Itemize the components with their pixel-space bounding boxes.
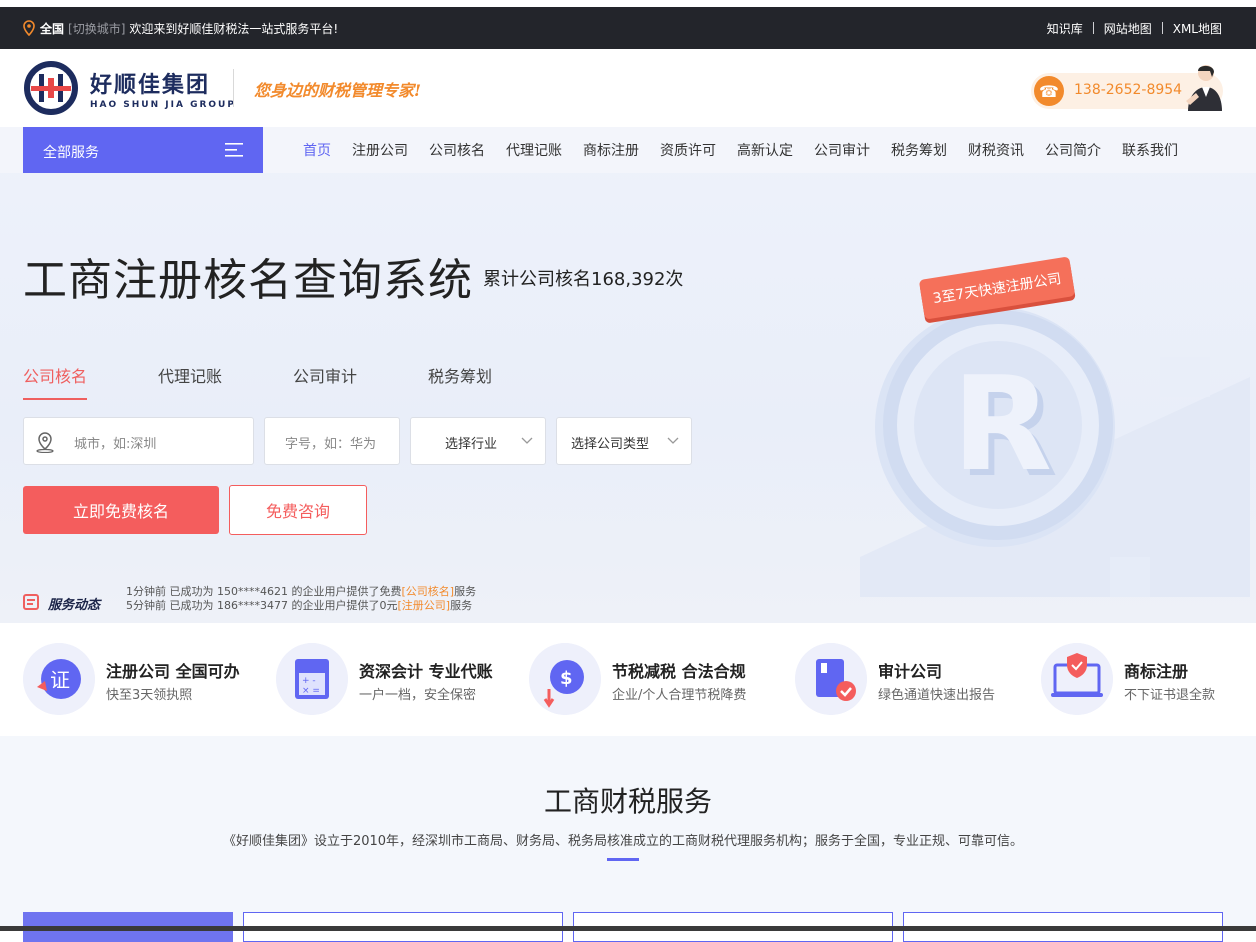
nav-item-tax-planning[interactable]: 税务筹划 — [891, 140, 947, 160]
news-item: 1分钟前 已成功为 150****4621 的企业用户提供了免费[公司核名]服务 — [126, 585, 477, 598]
brand-name-placeholder: 字号，如：华为 — [285, 437, 377, 452]
top-bar: 全国 [切换城市] 欢迎来到好顺佳财税法一站式服务平台! 知识库 网站地图 XM… — [0, 7, 1256, 49]
top-links: 知识库 网站地图 XML地图 — [1047, 7, 1222, 49]
company-type-value: 选择公司类型 — [571, 437, 650, 452]
svg-text:+ -: + - — [302, 676, 316, 686]
svg-text:证: 证 — [50, 668, 70, 692]
dollar-coin-icon: $ — [529, 643, 601, 715]
svg-text:$: $ — [560, 668, 573, 689]
section-description: 《好顺佳集团》设立于2010年，经深圳市工商局、财务局、税务局核准成立的工商财税… — [222, 834, 1024, 849]
registered-trademark-illustration: R R — [860, 307, 1250, 597]
service-tabs: 公司核名 代理记账 公司审计 税务筹划 — [23, 363, 563, 397]
free-name-check-button[interactable]: 立即免费核名 — [23, 486, 219, 534]
site-header: 好顺佳集团 HAO SHUN JIA GROUP 您身边的财税管理专家! ☎ 1… — [0, 49, 1256, 127]
brand-chinese: 好顺佳集团 — [90, 73, 211, 98]
chevron-down-icon — [521, 437, 533, 444]
company-type-select[interactable]: 选择公司类型 — [556, 417, 692, 465]
news-ticker: 1分钟前 已成功为 150****4621 的企业用户提供了免费[公司核名]服务… — [126, 585, 506, 615]
nav-item-name-check[interactable]: 公司核名 — [429, 140, 485, 160]
brand-english: HAO SHUN JIA GROUP — [90, 100, 236, 110]
divider — [233, 69, 234, 107]
section-title: 工商财税服务 — [543, 785, 712, 818]
city-input[interactable]: 城市，如:深圳 — [23, 417, 254, 465]
location-icon — [36, 432, 54, 453]
divider — [1161, 22, 1163, 34]
nav-item-home[interactable]: 首页 — [303, 140, 331, 160]
free-consult-button[interactable]: 免费咨询 — [229, 485, 367, 535]
calculator-icon: + -× = — [276, 643, 348, 715]
phone-icon: ☎ — [1034, 76, 1064, 106]
nav-item-trademark[interactable]: 商标注册 — [583, 140, 639, 160]
feature-register[interactable]: 证 注册公司 全国可办 快至3天领执照 — [23, 643, 263, 717]
welcome-text: 欢迎来到好顺佳财税法一站式服务平台! — [129, 21, 339, 36]
tab-audit[interactable]: 公司审计 — [293, 363, 428, 397]
audit-book-icon — [795, 643, 867, 715]
main-nav-bar: 全部服务 首页 注册公司 公司核名 代理记账 商标注册 资质许可 高新认定 公司… — [0, 127, 1256, 173]
chevron-down-icon — [667, 437, 679, 444]
tab-bookkeeping[interactable]: 代理记账 — [158, 363, 293, 397]
feature-accounting[interactable]: + - × = 资深会计 专业代账 一户一档，安全保密 — [276, 643, 516, 717]
xml-sitemap-link[interactable]: XML地图 — [1173, 20, 1222, 37]
knowledge-base-link[interactable]: 知识库 — [1047, 20, 1083, 37]
nav-menu: 首页 注册公司 公司核名 代理记账 商标注册 资质许可 高新认定 公司审计 税务… — [303, 127, 1199, 173]
all-services-label: 全部服务 — [43, 145, 99, 161]
feature-strip: 证 注册公司 全国可办 快至3天领执照 + - × = 资深会计 专业代账 一户一… — [0, 623, 1256, 736]
shield-monitor-icon — [1041, 643, 1113, 715]
current-city: 全国 — [40, 21, 65, 36]
city-placeholder: 城市，如:深圳 — [74, 437, 157, 452]
nav-item-contact[interactable]: 联系我们 — [1122, 140, 1178, 160]
news-item: 5分钟前 已成功为 186****3477 的企业用户提供了0元[注册公司]服务 — [126, 599, 473, 612]
hotline-number: 138-2652-8954 — [1074, 82, 1183, 98]
industry-select-value: 选择行业 — [445, 437, 498, 452]
slogan: 您身边的财税管理专家! — [254, 81, 422, 100]
nav-item-high-tech[interactable]: 高新认定 — [737, 140, 793, 160]
brand-name: 好顺佳集团 HAO SHUN JIA GROUP — [90, 67, 236, 110]
tab-tax-planning[interactable]: 税务筹划 — [428, 363, 563, 397]
location-pin-icon — [23, 20, 35, 36]
window-top-edge — [0, 0, 1256, 7]
nav-item-news[interactable]: 财税资讯 — [968, 140, 1024, 160]
switch-city-link[interactable]: [切换城市] — [68, 20, 125, 37]
name-check-count: 累计公司核名168,392次 — [483, 269, 684, 290]
divider — [1092, 22, 1094, 34]
feature-trademark[interactable]: 商标注册 不下证书退全款 — [1041, 643, 1241, 717]
title-underline — [607, 858, 639, 861]
news-label: 服务动态 — [48, 598, 101, 613]
brand-name-input[interactable]: 字号，如：华为 — [264, 417, 400, 465]
feature-tax[interactable]: $ 节税减税 合法合规 企业/个人合理节税降费 — [529, 643, 779, 717]
hero-section: 全部服务 首页 注册公司 公司核名 代理记账 商标注册 资质许可 高新认定 公司… — [0, 127, 1256, 623]
hero-title: 工商注册核名查询系统 — [23, 255, 473, 306]
all-services-button[interactable]: 全部服务 — [23, 127, 263, 173]
nav-item-register-company[interactable]: 注册公司 — [352, 140, 408, 160]
company-logo[interactable] — [23, 60, 79, 116]
nav-item-audit[interactable]: 公司审计 — [814, 140, 870, 160]
sitemap-link[interactable]: 网站地图 — [1104, 20, 1152, 37]
location-area: 全国 [切换城市] 欢迎来到好顺佳财税法一站式服务平台! — [22, 7, 338, 49]
feature-audit[interactable]: 审计公司 绿色通道快速出报告 — [795, 643, 1025, 717]
industry-select[interactable]: 选择行业 — [410, 417, 546, 465]
svg-text:R: R — [952, 348, 1052, 500]
menu-icon — [225, 143, 243, 157]
nav-item-about[interactable]: 公司简介 — [1045, 140, 1101, 160]
services-section: 工商财税服务 《好顺佳集团》设立于2010年，经深圳市工商局、财务局、税务局核准… — [0, 736, 1256, 942]
customer-service-agent-image — [1186, 65, 1222, 111]
svg-text:× =: × = — [302, 686, 320, 696]
window-bottom-edge — [0, 926, 1256, 931]
news-icon — [23, 594, 39, 610]
tab-name-check[interactable]: 公司核名 — [23, 363, 158, 397]
nav-item-bookkeeping[interactable]: 代理记账 — [506, 140, 562, 160]
nav-item-qualification[interactable]: 资质许可 — [660, 140, 716, 160]
license-icon: 证 — [23, 643, 95, 715]
